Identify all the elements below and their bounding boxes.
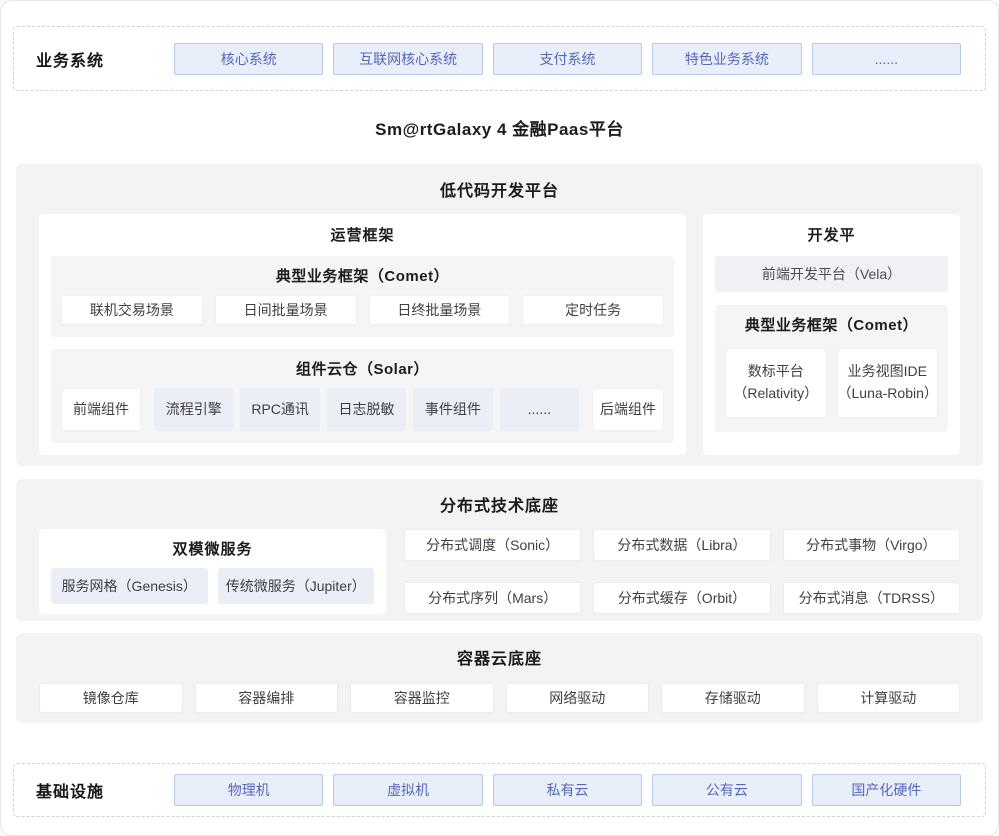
scenario-timed-task: 定时任务 — [522, 295, 664, 325]
dual-mode-list: 服务网格（Genesis） 传统微服务（Jupiter） — [51, 568, 374, 604]
dev-platform-panel: 开发平 前端开发平台（Vela） 典型业务框架（Comet） 数标平台 （Rel… — [703, 214, 960, 455]
section-spacer — [1, 723, 998, 763]
distributed-transaction-virgo: 分布式事物（Virgo） — [783, 529, 960, 561]
container-items-list: 镜像仓库 容器编排 容器监控 网络驱动 存储驱动 计算驱动 — [39, 683, 960, 713]
image-registry: 镜像仓库 — [39, 683, 183, 713]
container-base-title: 容器云底座 — [39, 645, 960, 669]
business-system-core: 核心系统 — [174, 43, 323, 75]
lowcode-platform-section: 低代码开发平台 运营框架 典型业务框架（Comet） 联机交易场景 日间批量场景… — [16, 164, 983, 466]
scenario-online-trade: 联机交易场景 — [61, 295, 203, 325]
infra-virtual-machine: 虚拟机 — [333, 774, 482, 806]
dual-mode-title: 双模微服务 — [51, 538, 374, 559]
luna-robin-ide: 业务视图IDE （Luna-Robin） — [837, 348, 939, 418]
solar-component-list: 前端组件 流程引擎 RPC通讯 日志脱敏 事件组件 ...... 后端组件 — [61, 388, 664, 431]
distributed-data-libra: 分布式数据（Libra） — [593, 529, 770, 561]
relativity-name: 数标平台 — [748, 361, 804, 383]
infrastructure-label: 基础设施 — [36, 778, 136, 802]
relativity-platform: 数标平台 （Relativity） — [725, 348, 827, 418]
vela-frontend-platform: 前端开发平台（Vela） — [715, 256, 948, 292]
scenario-eod-batch: 日终批量场景 — [369, 295, 511, 325]
comet-framework-panel: 典型业务框架（Comet） 联机交易场景 日间批量场景 日终批量场景 定时任务 — [51, 256, 674, 337]
lowcode-platform-title: 低代码开发平台 — [39, 177, 960, 201]
comet-scenario-list: 联机交易场景 日间批量场景 日终批量场景 定时任务 — [61, 295, 664, 325]
compute-driver: 计算驱动 — [817, 683, 961, 713]
business-system-payment: 支付系统 — [493, 43, 642, 75]
dev-platform-title: 开发平 — [715, 224, 948, 245]
relativity-codename: （Relativity） — [733, 383, 818, 405]
business-systems-row: 业务系统 核心系统 互联网核心系统 支付系统 特色业务系统 ...... — [13, 26, 986, 91]
component-more: ...... — [500, 388, 579, 431]
component-event: 事件组件 — [413, 388, 492, 431]
distributed-base-section: 分布式技术底座 双模微服务 服务网格（Genesis） 传统微服务（Jupite… — [16, 479, 983, 621]
operation-framework-title: 运营框架 — [51, 224, 674, 245]
infrastructure-row: 基础设施 物理机 虚拟机 私有云 公有云 国产化硬件 — [13, 763, 986, 817]
component-log-masking: 日志脱敏 — [327, 388, 406, 431]
dual-mode-panel: 双模微服务 服务网格（Genesis） 传统微服务（Jupiter） — [39, 529, 386, 614]
solar-warehouse-title: 组件云仓（Solar） — [61, 358, 664, 379]
luna-robin-name: 业务视图IDE — [848, 361, 927, 383]
distributed-services-grid: 分布式调度（Sonic） 分布式数据（Libra） 分布式事物（Virgo） 分… — [404, 529, 960, 614]
lowcode-content: 运营框架 典型业务框架（Comet） 联机交易场景 日间批量场景 日终批量场景 … — [39, 214, 960, 455]
container-monitoring: 容器监控 — [350, 683, 494, 713]
architecture-diagram-page: 业务系统 核心系统 互联网核心系统 支付系统 特色业务系统 ...... Sm@… — [0, 0, 999, 836]
container-orchestration: 容器编排 — [195, 683, 339, 713]
luna-robin-codename: （Luna-Robin） — [838, 383, 938, 405]
infra-private-cloud: 私有云 — [493, 774, 642, 806]
service-mesh-genesis: 服务网格（Genesis） — [51, 568, 208, 604]
distributed-content: 双模微服务 服务网格（Genesis） 传统微服务（Jupiter） 分布式调度… — [39, 529, 960, 614]
network-driver: 网络驱动 — [506, 683, 650, 713]
distributed-scheduler-sonic: 分布式调度（Sonic） — [404, 529, 581, 561]
solar-warehouse-panel: 组件云仓（Solar） 前端组件 流程引擎 RPC通讯 日志脱敏 事件组件 ..… — [51, 349, 674, 443]
component-backend: 后端组件 — [592, 388, 664, 431]
business-systems-label: 业务系统 — [36, 47, 136, 71]
page-title: Sm@rtGalaxy 4 金融Paas平台 — [1, 91, 998, 164]
distributed-message-tdrss: 分布式消息（TDRSS） — [783, 582, 960, 614]
storage-driver: 存储驱动 — [661, 683, 805, 713]
component-rpc: RPC通讯 — [240, 388, 319, 431]
dev-comet-list: 数标平台 （Relativity） 业务视图IDE （Luna-Robin） — [725, 348, 938, 418]
business-system-more: ...... — [812, 43, 961, 75]
infra-physical-machine: 物理机 — [174, 774, 323, 806]
business-system-special: 特色业务系统 — [652, 43, 801, 75]
operation-framework-panel: 运营框架 典型业务框架（Comet） 联机交易场景 日间批量场景 日终批量场景 … — [39, 214, 686, 455]
traditional-microservice-jupiter: 传统微服务（Jupiter） — [218, 568, 375, 604]
scenario-daytime-batch: 日间批量场景 — [215, 295, 357, 325]
infra-public-cloud: 公有云 — [652, 774, 801, 806]
container-base-section: 容器云底座 镜像仓库 容器编排 容器监控 网络驱动 存储驱动 计算驱动 — [16, 633, 983, 723]
comet-framework-title: 典型业务框架（Comet） — [61, 265, 664, 286]
dev-comet-title: 典型业务框架（Comet） — [725, 314, 938, 335]
distributed-base-title: 分布式技术底座 — [39, 492, 960, 516]
component-process-engine: 流程引擎 — [154, 388, 233, 431]
component-frontend: 前端组件 — [61, 388, 141, 431]
dev-comet-panel: 典型业务框架（Comet） 数标平台 （Relativity） 业务视图IDE … — [715, 305, 948, 432]
business-system-internet-core: 互联网核心系统 — [333, 43, 482, 75]
infra-domestic-hardware: 国产化硬件 — [812, 774, 961, 806]
distributed-cache-orbit: 分布式缓存（Orbit） — [593, 582, 770, 614]
distributed-sequence-mars: 分布式序列（Mars） — [404, 582, 581, 614]
